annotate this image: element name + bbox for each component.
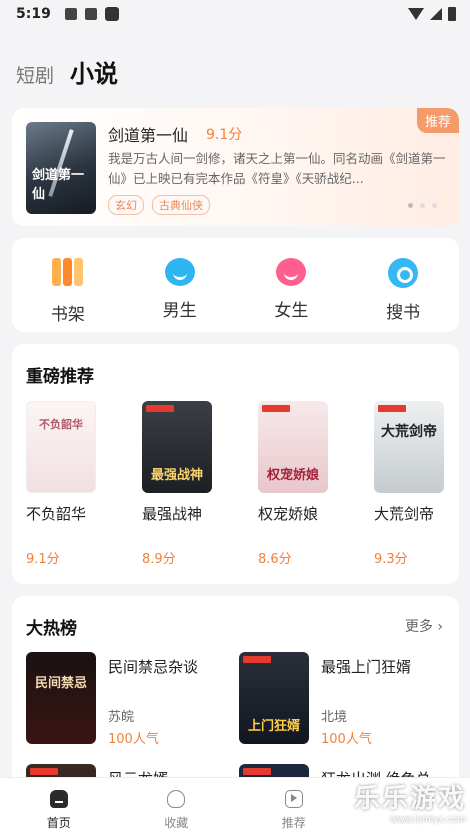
- bottom-nav-label: 推荐: [281, 816, 306, 830]
- cover-text: 权宠娇娘: [266, 468, 319, 483]
- male-icon: [164, 258, 195, 286]
- carousel-dot[interactable]: [420, 203, 425, 208]
- status-bar: 5:19: [0, 0, 470, 28]
- publisher-logo: [146, 405, 174, 412]
- banner-cover-text: 剑道第一仙: [32, 168, 85, 202]
- cover-text: 不负韶华: [39, 418, 83, 431]
- quick-nav: 书架 男生 女生 搜书: [12, 238, 459, 332]
- book-cover[interactable]: 上门狂婿: [239, 652, 309, 744]
- book-name: 民间禁忌杂谈: [108, 658, 199, 676]
- book-name: 最强战神: [142, 505, 203, 523]
- app-notification-icon: [104, 7, 119, 21]
- book-cover[interactable]: 不负韶华: [26, 401, 96, 493]
- nav-label: 女生: [274, 301, 309, 321]
- nav-label: 搜书: [386, 303, 421, 323]
- book-score: 8.9分: [142, 552, 176, 567]
- nav-label: 书架: [50, 305, 85, 325]
- book-name: 最强上门狂婿: [321, 658, 412, 676]
- tag[interactable]: 玄幻: [108, 195, 144, 215]
- tag[interactable]: 古典仙侠: [152, 195, 210, 215]
- home-icon: [49, 790, 68, 808]
- ranking-item[interactable]: 民间禁忌 民间禁忌杂谈 苏皖 100人气: [26, 652, 226, 747]
- bottom-nav-home[interactable]: 首页: [0, 778, 118, 835]
- tab-novel[interactable]: 小说: [70, 54, 118, 89]
- carousel-dot[interactable]: [408, 203, 413, 208]
- banner-title[interactable]: 剑道第一仙: [108, 122, 188, 146]
- book-score: 8.6分: [258, 552, 292, 567]
- more-label: 更多: [404, 619, 433, 635]
- more-link[interactable]: 更多 ›: [405, 616, 443, 636]
- recommend-badge: 推荐: [416, 108, 459, 133]
- bottom-nav-recommend[interactable]: 推荐: [235, 778, 353, 835]
- carousel-dot[interactable]: [432, 203, 437, 208]
- watermark-main: 乐乐游戏: [353, 784, 466, 814]
- cover-text: 民间禁忌: [34, 676, 87, 691]
- book-item[interactable]: 最强战神 最强战神 8.9分: [142, 401, 242, 567]
- book-score: 9.1分: [26, 552, 60, 567]
- publisher-logo: [243, 656, 271, 663]
- book-name: 权宠娇娘: [258, 505, 319, 523]
- notification-a-icon: [64, 8, 77, 20]
- bookshelf-icon: [51, 258, 84, 290]
- book-author: 北境: [321, 710, 348, 725]
- bottom-nav-label: 收藏: [164, 816, 189, 830]
- nav-bookshelf[interactable]: 书架: [12, 238, 124, 332]
- tab-short-drama[interactable]: 短剧: [16, 61, 54, 88]
- cell-signal-icon: [430, 8, 442, 20]
- book-item[interactable]: 大荒剑帝 大荒剑帝 9.3分: [374, 401, 470, 567]
- female-icon: [276, 258, 307, 286]
- book-score: 9.3分: [374, 552, 408, 567]
- section-title: 大热榜: [26, 619, 77, 639]
- ranking-item[interactable]: 上门狂婿 最强上门狂婿 北境 100人气: [239, 652, 439, 747]
- bottom-nav-favorites[interactable]: 收藏: [118, 778, 236, 835]
- publisher-logo: [378, 405, 406, 412]
- book-cover[interactable]: 权宠娇娘: [258, 401, 328, 493]
- book-author: 苏皖: [108, 710, 135, 725]
- book-cover[interactable]: 民间禁忌: [26, 652, 96, 744]
- publisher-logo: [30, 768, 58, 775]
- watermark-sub: www.lemiyx.com: [389, 815, 466, 825]
- watermark: 乐乐游戏 www.lemiyx.com: [354, 778, 466, 825]
- nav-label: 男生: [162, 301, 197, 321]
- book-cover[interactable]: 最强战神: [142, 401, 212, 493]
- book-name: 不负韶华: [26, 505, 87, 523]
- bottom-nav-label: 首页: [46, 816, 71, 830]
- nav-search[interactable]: 搜书: [347, 238, 459, 332]
- battery-icon: [448, 7, 456, 21]
- banner-tags: 玄幻 古典仙侠: [108, 195, 210, 215]
- cover-text: 最强战神: [150, 468, 203, 483]
- book-popularity: 100人气: [321, 732, 372, 747]
- book-item[interactable]: 权宠娇娘 权宠娇娘 8.6分: [258, 401, 358, 567]
- heavy-recommend-section: 重磅推荐 不负韶华 不负韶华 9.1分 最强战神 最强战神 8.9分 权宠娇娘 …: [12, 344, 459, 584]
- heart-icon: [167, 790, 186, 808]
- hot-list-section: 大热榜 更多 › 民间禁忌 民间禁忌杂谈 苏皖 100人气 上门狂婿 最强上门狂…: [12, 596, 459, 796]
- cover-text: 大荒剑帝: [381, 424, 437, 440]
- banner-score: 9.1分: [206, 127, 243, 143]
- nav-female[interactable]: 女生: [236, 238, 348, 332]
- book-name: 大荒剑帝: [374, 505, 435, 523]
- book-item[interactable]: 不负韶华 不负韶华 9.1分: [26, 401, 126, 567]
- book-cover[interactable]: 大荒剑帝: [374, 401, 444, 493]
- nav-male[interactable]: 男生: [124, 238, 236, 332]
- featured-banner[interactable]: 推荐 剑道第一仙 剑道第一仙 9.1分 我是万古人间一剑修，诸天之上第一仙。同名…: [12, 108, 459, 226]
- keyboard-icon: [84, 8, 97, 20]
- top-tabs: 短剧 小说: [16, 54, 118, 89]
- cover-text: 上门狂婿: [247, 719, 300, 734]
- wifi-icon: [408, 8, 424, 20]
- section-title: 重磅推荐: [26, 367, 94, 387]
- status-time: 5:19: [16, 6, 51, 22]
- publisher-logo: [243, 768, 271, 775]
- banner-description: 我是万古人间一剑修，诸天之上第一仙。同名动画《剑道第一仙》已上映已有完本作品《符…: [108, 151, 446, 186]
- play-icon: [284, 790, 303, 808]
- carousel-dots: [408, 203, 437, 208]
- book-popularity: 100人气: [108, 732, 159, 747]
- chevron-right-icon: ›: [437, 619, 443, 635]
- publisher-logo: [262, 405, 290, 412]
- search-icon: [388, 258, 419, 288]
- banner-cover[interactable]: 剑道第一仙: [26, 122, 96, 214]
